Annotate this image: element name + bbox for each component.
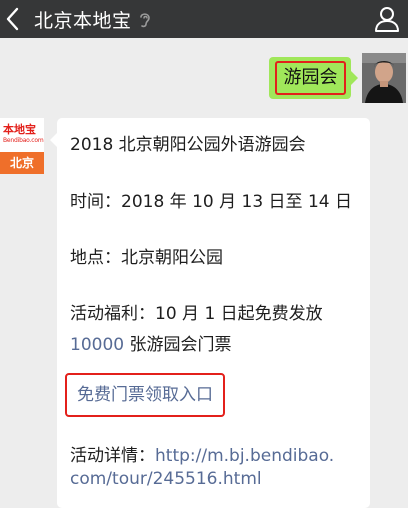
chat-title-group: 北京本地宝 — [34, 0, 152, 38]
brand-avatar[interactable]: 本地宝 Bendibao.com 北京 — [0, 118, 44, 174]
event-benefit-line2: 10000 张游园会门票 — [70, 330, 232, 355]
user-avatar[interactable] — [362, 53, 406, 103]
chevron-left-icon[interactable] — [2, 0, 26, 38]
event-details: 活动详情：http://m.bj.bendibao. — [70, 441, 334, 466]
brand-city-label: 北京 — [0, 152, 44, 174]
ticket-count-link[interactable]: 10000 — [70, 335, 124, 355]
details-url-line1[interactable]: http://m.bj.bendibao. — [155, 446, 334, 466]
details-label: 活动详情： — [70, 446, 155, 466]
brand-domain-text: Bendibao.com — [3, 137, 44, 144]
sent-message-text: 游园会 — [275, 61, 346, 95]
user-icon[interactable] — [374, 5, 400, 33]
ear-icon — [139, 13, 150, 28]
top-navigation-bar: 北京本地宝 — [0, 0, 408, 38]
event-location: 地点：北京朝阳公园 — [70, 248, 223, 268]
chat-title: 北京本地宝 — [34, 9, 132, 32]
event-time: 时间：2018 年 10 月 13 日至 14 日 — [70, 192, 352, 212]
event-title: 2018 北京朝阳公园外语游园会 — [70, 135, 306, 155]
benefit-suffix: 张游园会门票 — [124, 335, 232, 355]
user-avatar-image — [362, 53, 406, 103]
sent-message-bubble[interactable]: 游园会 — [269, 57, 358, 99]
event-benefit: 活动福利：10 月 1 日起免费发放 — [70, 304, 323, 324]
brand-logo-text: 本地宝 — [3, 123, 36, 136]
free-ticket-link[interactable]: 免费门票领取入口 — [65, 373, 225, 417]
details-url-line2[interactable]: com/tour/245516.html — [70, 469, 262, 489]
reply-message-bubble: 2018 北京朝阳公园外语游园会 时间：2018 年 10 月 13 日至 14… — [50, 118, 370, 508]
